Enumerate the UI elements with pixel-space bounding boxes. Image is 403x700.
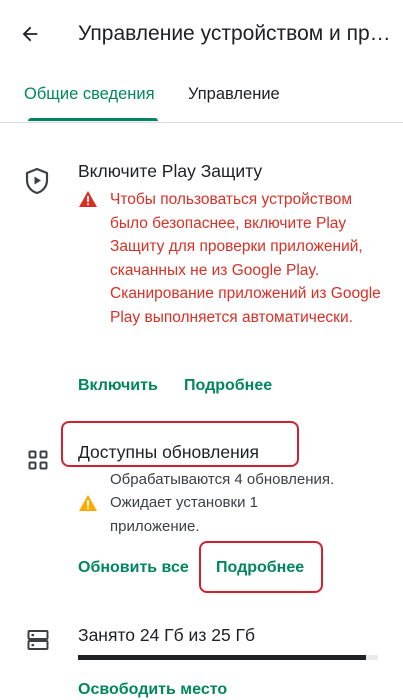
storage-usage-title: Занято 24 Гб из 25 Гб bbox=[78, 625, 256, 645]
play-protect-title: Включите Play Защиту bbox=[78, 161, 263, 181]
update-all-button[interactable]: Обновить все bbox=[78, 558, 189, 578]
play-protect-warning-text: Чтобы пользоваться устройством было безо… bbox=[110, 191, 381, 326]
enable-button[interactable]: Включить bbox=[78, 376, 158, 396]
apps-grid-icon bbox=[27, 449, 49, 471]
updates-more-button[interactable]: Подробнее bbox=[216, 558, 304, 578]
page-title: Управление устройством и приложениями bbox=[78, 22, 394, 45]
active-tab-indicator bbox=[28, 118, 158, 121]
updates-pending-text: Ожидает установки 1 приложение. bbox=[110, 494, 258, 535]
free-space-button[interactable]: Освободить место bbox=[78, 680, 227, 700]
protect-more-button[interactable]: Подробнее bbox=[184, 376, 272, 396]
updates-processing-text: Обрабатываются 4 обновления. bbox=[110, 471, 335, 488]
error-warning-icon bbox=[78, 189, 98, 209]
tab-overview[interactable]: Общие сведения bbox=[24, 84, 155, 104]
play-protect-shield-icon bbox=[22, 166, 52, 196]
storage-progress-bar bbox=[78, 655, 378, 660]
tab-bar: Общие сведения Управление bbox=[0, 70, 403, 123]
tab-manage[interactable]: Управление bbox=[188, 84, 280, 104]
back-button[interactable] bbox=[16, 20, 44, 48]
storage-progress-fill bbox=[78, 655, 366, 660]
app-bar: Управление устройством и приложениями bbox=[0, 0, 403, 70]
arrow-back-icon bbox=[22, 26, 38, 42]
updates-title: Доступны обновления bbox=[78, 442, 259, 462]
storage-icon bbox=[26, 628, 50, 652]
pending-warning-icon bbox=[78, 493, 98, 513]
